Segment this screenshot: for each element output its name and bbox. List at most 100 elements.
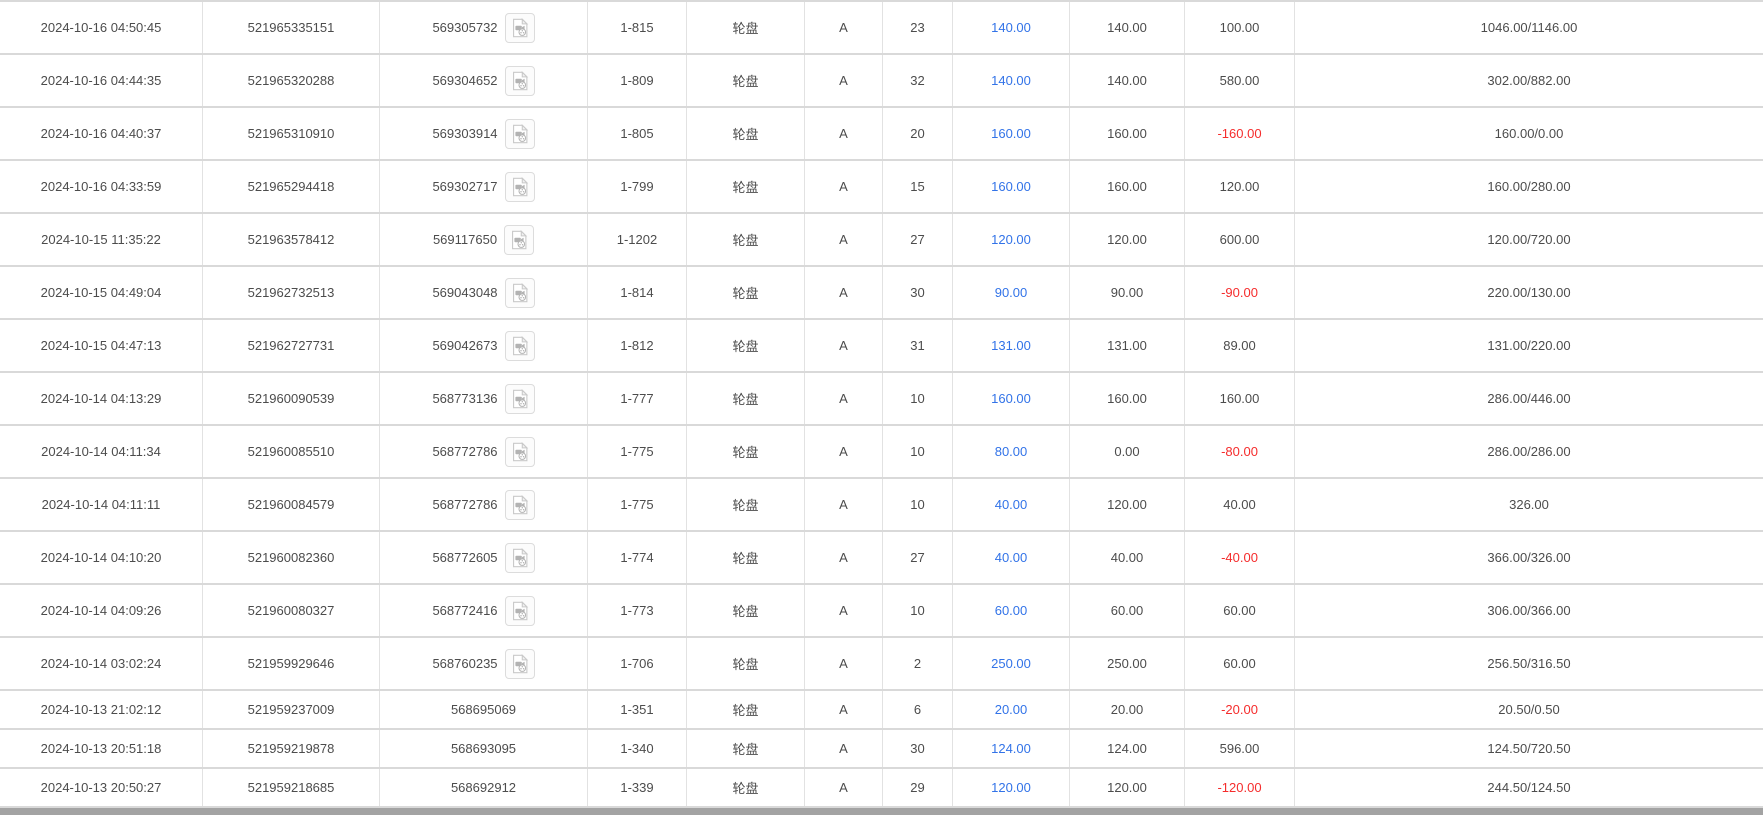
bet-amount-link[interactable]: 160.00 [991,126,1031,141]
bet-time-cell: 2024-10-14 04:11:11 [0,479,203,530]
replay-button[interactable] [505,649,535,679]
video-file-icon [509,123,531,145]
balance-cell: 220.00/130.00 [1295,267,1763,318]
table-row: 2024-10-14 04:13:29 521960090539 5687731… [0,373,1763,426]
valid-amount-cell: 0.00 [1070,426,1185,477]
order-id-cell: 521959929646 [203,638,380,689]
round-id-cell: 568773136 [380,373,588,424]
round-id-text: 568693095 [451,741,516,756]
win-loss-cell: 40.00 [1185,479,1295,530]
bet-time-cell: 2024-10-16 04:50:45 [0,2,203,53]
balance-cell: 160.00/0.00 [1295,108,1763,159]
round-number-cell: 1-805 [588,108,687,159]
bet-amount-link[interactable]: 131.00 [991,338,1031,353]
replay-button[interactable] [505,66,535,96]
round-number-cell: 1-815 [588,2,687,53]
round-id-text: 568772416 [432,603,497,618]
win-loss-cell: 120.00 [1185,161,1295,212]
replay-button[interactable] [505,119,535,149]
round-number-cell: 1-339 [588,769,687,806]
bet-amount-cell: 20.00 [953,691,1070,728]
bet-amount-link[interactable]: 160.00 [991,179,1031,194]
round-id-text: 569304652 [432,73,497,88]
balance-cell: 160.00/280.00 [1295,161,1763,212]
replay-button[interactable] [505,543,535,573]
order-id-cell: 521962727731 [203,320,380,371]
bet-amount-cell: 140.00 [953,55,1070,106]
table-code-cell: A [805,691,883,728]
win-loss-cell: 580.00 [1185,55,1295,106]
win-loss-cell: 60.00 [1185,585,1295,636]
valid-amount-cell: 120.00 [1070,214,1185,265]
valid-amount-cell: 160.00 [1070,161,1185,212]
round-id-cell: 568772416 [380,585,588,636]
round-id-text: 569303914 [432,126,497,141]
bet-amount-link[interactable]: 40.00 [995,550,1028,565]
replay-button[interactable] [505,331,535,361]
round-id-cell: 568760235 [380,638,588,689]
bet-amount-link[interactable]: 20.00 [995,702,1028,717]
bet-amount-cell: 120.00 [953,769,1070,806]
win-loss-cell: 160.00 [1185,373,1295,424]
bet-amount-cell: 131.00 [953,320,1070,371]
replay-button[interactable] [505,596,535,626]
bet-amount-link[interactable]: 120.00 [991,232,1031,247]
result-number-cell: 29 [883,769,953,806]
bet-amount-link[interactable]: 140.00 [991,73,1031,88]
replay-button[interactable] [505,384,535,414]
round-id-text: 569302717 [432,179,497,194]
bet-amount-link[interactable]: 160.00 [991,391,1031,406]
bet-amount-link[interactable]: 250.00 [991,656,1031,671]
replay-button[interactable] [505,172,535,202]
replay-button[interactable] [504,225,534,255]
bet-amount-link[interactable]: 90.00 [995,285,1028,300]
table-code-cell: A [805,479,883,530]
replay-button[interactable] [505,437,535,467]
table-row: 2024-10-16 04:33:59 521965294418 5693027… [0,161,1763,214]
round-number-cell: 1-774 [588,532,687,583]
table-code-cell: A [805,55,883,106]
bet-amount-cell: 90.00 [953,267,1070,318]
video-file-icon [509,282,531,304]
round-number-cell: 1-777 [588,373,687,424]
game-name-cell: 轮盘 [687,585,805,636]
balance-cell: 120.00/720.00 [1295,214,1763,265]
balance-cell: 366.00/326.00 [1295,532,1763,583]
table-code-cell: A [805,532,883,583]
balance-cell: 286.00/286.00 [1295,426,1763,477]
round-id-text: 569043048 [432,285,497,300]
bet-amount-link[interactable]: 80.00 [995,444,1028,459]
bet-time-cell: 2024-10-15 11:35:22 [0,214,203,265]
game-name-cell: 轮盘 [687,769,805,806]
bet-time-cell: 2024-10-14 04:11:34 [0,426,203,477]
bet-amount-cell: 60.00 [953,585,1070,636]
table-row: 2024-10-15 04:49:04 521962732513 5690430… [0,267,1763,320]
game-name-cell: 轮盘 [687,532,805,583]
game-name-cell: 轮盘 [687,108,805,159]
table-code-cell: A [805,161,883,212]
table-row: 2024-10-14 04:11:11 521960084579 5687727… [0,479,1763,532]
order-id-cell: 521965335151 [203,2,380,53]
bet-amount-link[interactable]: 60.00 [995,603,1028,618]
bet-amount-link[interactable]: 140.00 [991,20,1031,35]
video-file-icon [509,70,531,92]
table-row: 2024-10-16 04:44:35 521965320288 5693046… [0,55,1763,108]
game-name-cell: 轮盘 [687,55,805,106]
replay-button[interactable] [505,278,535,308]
result-number-cell: 2 [883,638,953,689]
order-id-cell: 521965320288 [203,55,380,106]
table-code-cell: A [805,267,883,318]
bet-amount-link[interactable]: 40.00 [995,497,1028,512]
result-number-cell: 30 [883,267,953,318]
win-loss-cell: -80.00 [1185,426,1295,477]
replay-button[interactable] [505,13,535,43]
replay-button[interactable] [505,490,535,520]
result-number-cell: 23 [883,2,953,53]
round-id-cell: 568772786 [380,479,588,530]
bet-amount-link[interactable]: 120.00 [991,780,1031,795]
result-number-cell: 10 [883,585,953,636]
round-number-cell: 1-812 [588,320,687,371]
bet-amount-link[interactable]: 124.00 [991,741,1031,756]
round-number-cell: 1-814 [588,267,687,318]
horizontal-scrollbar[interactable] [0,808,1763,815]
